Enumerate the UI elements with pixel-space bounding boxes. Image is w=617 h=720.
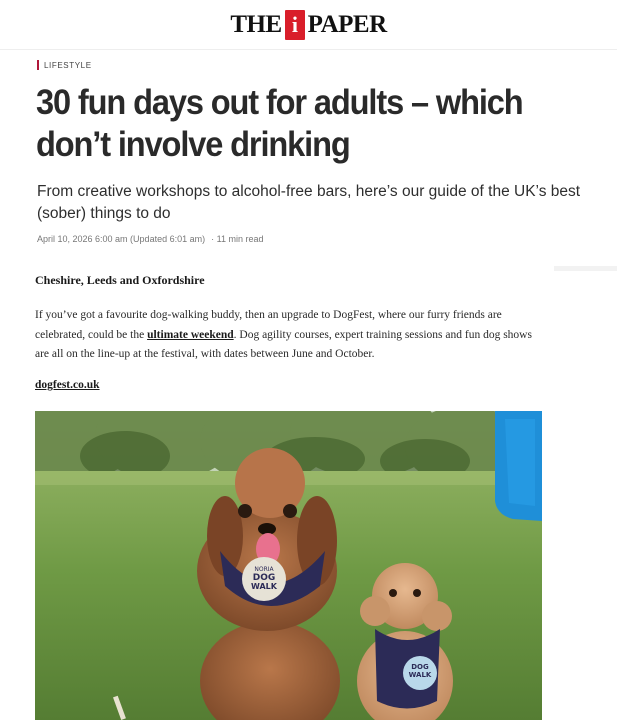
- publish-date: April 10, 2026 6:00 am (Updated 6:01 am): [37, 234, 206, 244]
- bandana-big-text-3: WALK: [251, 582, 278, 591]
- bandana-small-text-2: WALK: [409, 671, 432, 679]
- masthead: THE i PAPER: [0, 0, 617, 50]
- dogs-image: NORIA DOG WALK DOG WALK: [35, 411, 542, 720]
- bandana-small-text-1: DOG: [411, 663, 429, 671]
- sidebar-divider: [554, 266, 617, 271]
- article-headline: 30 fun days out for adults – which don’t…: [36, 83, 524, 164]
- dogfest-photo: NORIA DOG WALK DOG WALK: [35, 411, 542, 720]
- section-tag-lifestyle[interactable]: LIFESTYLE: [37, 60, 92, 70]
- article-standfirst: From creative workshops to alcohol-free …: [37, 183, 581, 222]
- section-label: LIFESTYLE: [44, 60, 92, 70]
- bandana-big-text-1: NORIA: [254, 566, 274, 573]
- ultimate-weekend-link[interactable]: ultimate weekend: [147, 329, 234, 341]
- read-time: · 11 min read: [211, 234, 264, 244]
- site-logo[interactable]: THE i PAPER: [230, 10, 387, 40]
- article-meta: April 10, 2026 6:00 am (Updated 6:01 am)…: [37, 234, 263, 244]
- logo-i-mark: i: [284, 10, 305, 40]
- section-marker: [37, 60, 39, 70]
- item-description: If you’ve got a favourite dog-walking bu…: [35, 306, 545, 365]
- logo-paper: PAPER: [307, 11, 387, 38]
- dogfest-website-link[interactable]: dogfest.co.uk: [35, 379, 100, 391]
- item-location-subhead: Cheshire, Leeds and Oxfordshire: [35, 273, 205, 287]
- masthead-divider: [0, 49, 617, 50]
- logo-the: THE: [230, 11, 282, 38]
